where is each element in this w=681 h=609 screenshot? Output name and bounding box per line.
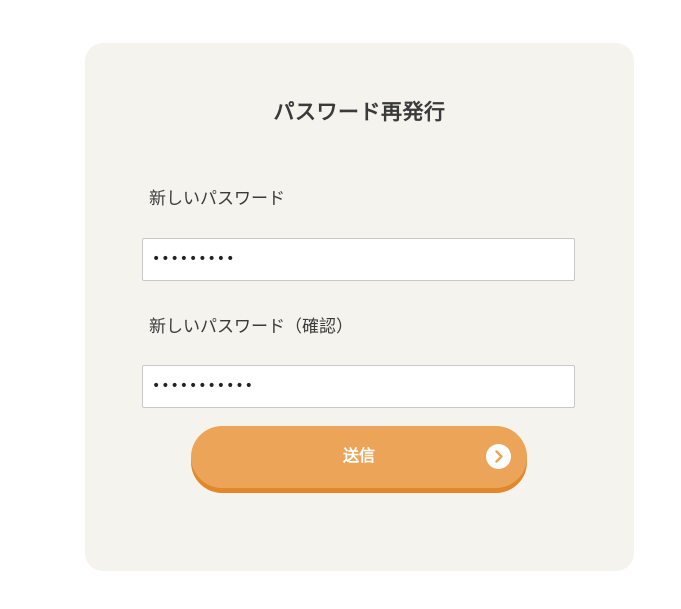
chevron-right-icon: [486, 444, 511, 469]
password-reset-card: パスワード再発行 新しいパスワード ••••••••• 新しいパスワード（確認）…: [85, 43, 634, 571]
new-password-label: 新しいパスワード: [149, 189, 285, 209]
submit-button[interactable]: 送信: [191, 426, 527, 488]
submit-button-label: 送信: [342, 446, 375, 465]
new-password-input[interactable]: •••••••••: [142, 238, 575, 281]
confirm-password-input[interactable]: •••••••••••: [142, 365, 575, 408]
page-title: パスワード再発行: [273, 100, 446, 124]
confirm-password-label: 新しいパスワード（確認）: [149, 317, 353, 337]
